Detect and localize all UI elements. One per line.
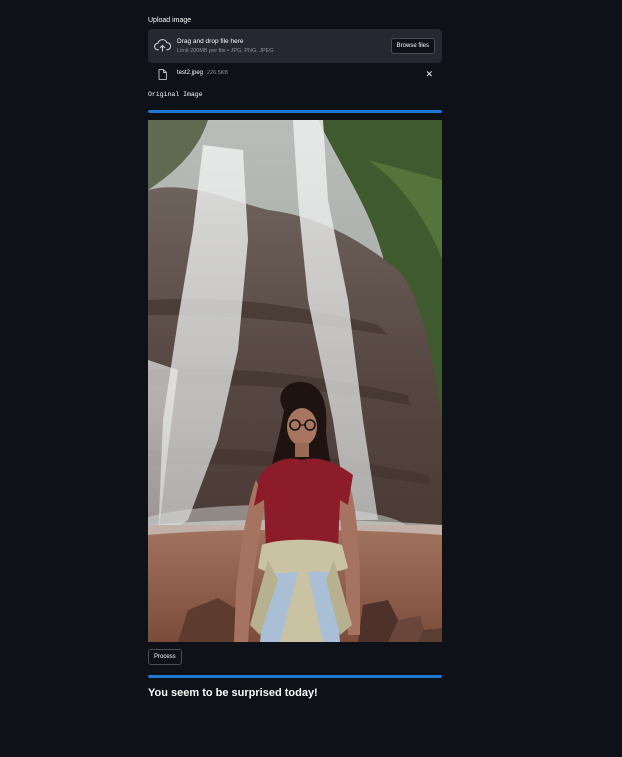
file-dropzone[interactable]: Drag and drop file here Limit 200MB per …: [148, 29, 442, 63]
progress-bar-bottom: [148, 675, 442, 678]
progress-bar-top: [148, 110, 442, 113]
original-image-label: Original Image: [148, 91, 203, 98]
progress-fill-top: [148, 110, 442, 113]
dropzone-limits: Limit 200MB per file • JPG, PNG, JPEG: [177, 48, 274, 54]
upload-label: Upload image: [148, 17, 192, 24]
dropzone-title: Drag and drop file here: [177, 38, 244, 45]
close-icon[interactable]: ✕: [425, 69, 433, 79]
file-size: 226.5KB: [207, 70, 229, 76]
progress-fill-bottom: [148, 675, 442, 678]
uploaded-file-row: test2.jpeg 226.5KB ✕: [148, 67, 442, 81]
result-message: You seem to be surprised today!: [148, 687, 318, 699]
file-name: test2.jpeg: [177, 70, 204, 76]
file-icon: [158, 69, 167, 80]
process-button[interactable]: Process: [148, 649, 182, 665]
uploaded-photo: [148, 120, 442, 642]
browse-files-button[interactable]: Browse files: [390, 38, 435, 54]
cloud-upload-icon: [154, 39, 171, 52]
photo-image: [148, 120, 442, 642]
